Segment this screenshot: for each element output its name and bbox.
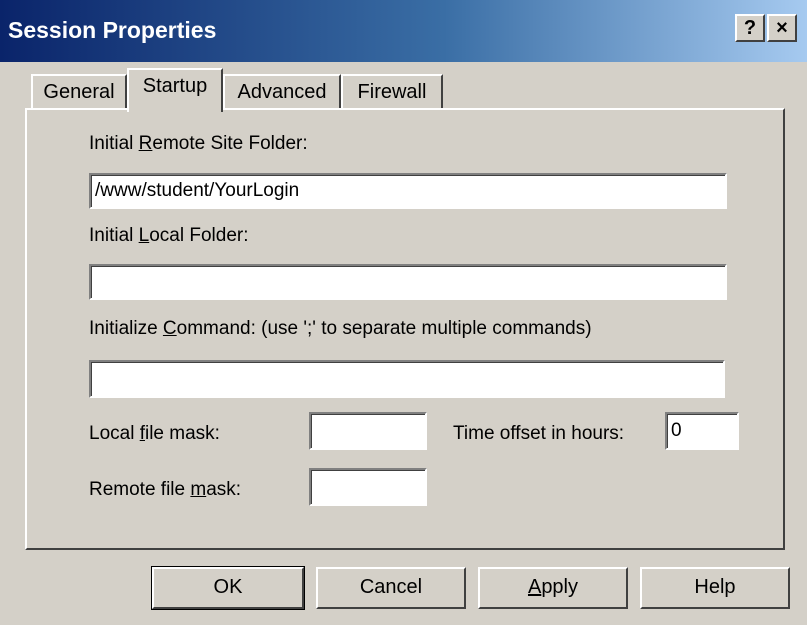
remote-folder-input[interactable] — [89, 173, 727, 209]
remote-file-mask-label: Remote file mask: — [89, 479, 242, 500]
help-icon[interactable]: ? — [735, 14, 765, 42]
time-offset-label: Time offset in hours: — [453, 423, 625, 444]
local-file-mask-label: Local file mask: — [89, 423, 220, 444]
cancel-button[interactable]: Cancel — [316, 567, 466, 609]
local-folder-label: Initial Local Folder: — [89, 225, 249, 246]
ok-button[interactable]: OK — [151, 566, 305, 610]
window-title: Session Properties — [8, 17, 217, 43]
title-bar[interactable]: Session Properties ? × — [0, 0, 807, 62]
startup-tab-panel: Initial Remote Site Folder: Initial Loca… — [25, 108, 785, 550]
help-button[interactable]: Help — [640, 567, 790, 609]
session-properties-dialog: Session Properties ? × General Startup A… — [0, 0, 807, 625]
init-command-label: Initialize Command: (use ';' to separate… — [89, 318, 592, 339]
init-command-input[interactable] — [89, 360, 725, 398]
tab-firewall[interactable]: Firewall — [341, 74, 443, 110]
tab-advanced[interactable]: Advanced — [223, 74, 341, 110]
remote-folder-label: Initial Remote Site Folder: — [89, 133, 308, 154]
tab-general[interactable]: General — [31, 74, 127, 110]
close-icon[interactable]: × — [767, 14, 797, 42]
apply-button[interactable]: Apply — [478, 567, 628, 609]
local-folder-input[interactable] — [89, 264, 727, 300]
remote-file-mask-input[interactable] — [309, 468, 427, 506]
time-offset-input[interactable] — [665, 412, 739, 450]
local-file-mask-input[interactable] — [309, 412, 427, 450]
tab-startup[interactable]: Startup — [127, 68, 223, 112]
